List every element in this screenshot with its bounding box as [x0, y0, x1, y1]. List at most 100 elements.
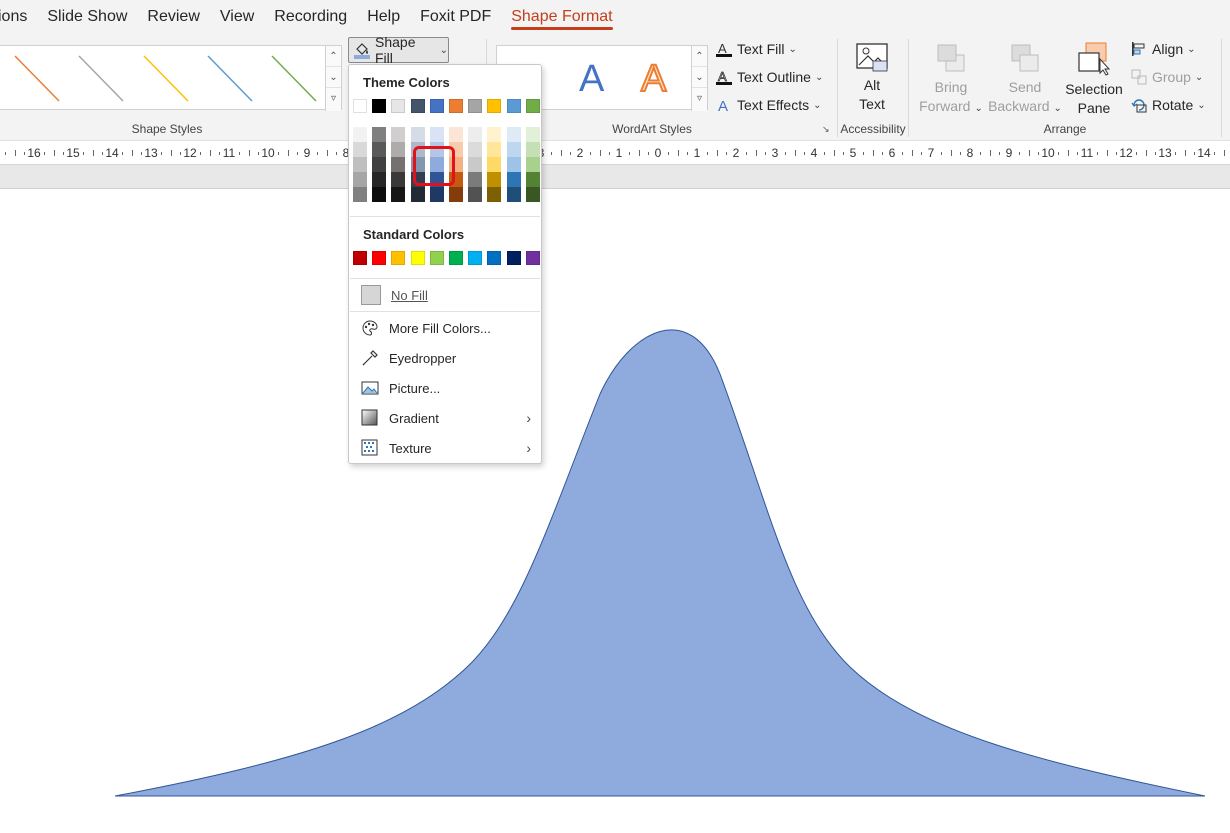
- theme-color-swatch[interactable]: [525, 99, 540, 113]
- theme-color-shade-swatch[interactable]: [353, 127, 367, 142]
- alt-text-button[interactable]: Alt Text: [846, 41, 898, 121]
- theme-color-shade-swatch[interactable]: [372, 187, 387, 202]
- theme-color-shade-swatch[interactable]: [372, 142, 387, 157]
- no-fill-item[interactable]: No Fill: [361, 284, 533, 306]
- shape-style-preset[interactable]: [143, 55, 189, 102]
- theme-color-shade-swatch[interactable]: [506, 187, 521, 202]
- dialog-launcher-icon[interactable]: ↘: [822, 124, 832, 134]
- theme-color-shade-swatch[interactable]: [468, 142, 483, 157]
- text-effects-button[interactable]: A Text Effects ⌄: [716, 97, 822, 115]
- shape-styles-gallery[interactable]: ⌃ ⌄ ▿: [0, 45, 342, 111]
- tab-slide-show[interactable]: Slide Show: [37, 0, 137, 33]
- tab-foxit-pdf[interactable]: Foxit PDF: [410, 0, 501, 33]
- tab-help[interactable]: Help: [357, 0, 410, 33]
- theme-color-shade-swatch[interactable]: [487, 127, 502, 142]
- standard-color-swatch[interactable]: [391, 251, 406, 265]
- theme-color-shade-swatch[interactable]: [468, 172, 483, 187]
- theme-color-shade-swatch[interactable]: [525, 172, 540, 187]
- theme-color-shade-swatch[interactable]: [468, 157, 483, 172]
- theme-color-shade-swatch[interactable]: [353, 172, 367, 187]
- theme-color-shade-swatch[interactable]: [487, 142, 502, 157]
- theme-color-shade-swatch[interactable]: [429, 127, 444, 142]
- theme-color-shade-swatch[interactable]: [372, 157, 387, 172]
- theme-color-shade-swatch[interactable]: [487, 172, 502, 187]
- standard-color-swatch[interactable]: [468, 251, 483, 265]
- theme-color-swatch[interactable]: [372, 99, 387, 113]
- theme-color-shade-swatch[interactable]: [391, 142, 406, 157]
- theme-color-swatch[interactable]: [487, 99, 502, 113]
- theme-color-shade-swatch[interactable]: [410, 127, 425, 142]
- text-outline-button[interactable]: A Text Outline ⌄: [716, 69, 823, 85]
- gallery-scroll[interactable]: ⌃ ⌄ ▿: [325, 46, 341, 111]
- shape-style-preset[interactable]: [78, 55, 124, 102]
- shape-style-preset[interactable]: [271, 55, 317, 102]
- tab-view[interactable]: View: [210, 0, 264, 33]
- theme-color-shade-swatch[interactable]: [525, 187, 540, 202]
- theme-color-shade-swatch[interactable]: [525, 142, 540, 157]
- theme-color-shade-swatch[interactable]: [449, 127, 463, 142]
- theme-color-shade-swatch[interactable]: [487, 187, 502, 202]
- theme-color-shade-swatch[interactable]: [372, 172, 387, 187]
- selection-pane-button[interactable]: Selection Pane: [1062, 41, 1126, 121]
- theme-color-shade-swatch[interactable]: [372, 127, 387, 142]
- standard-color-swatch[interactable]: [429, 251, 444, 265]
- theme-color-shade-swatch[interactable]: [506, 127, 521, 142]
- theme-color-shade-swatch[interactable]: [525, 127, 540, 142]
- bring-forward-button[interactable]: Bring Forward ⌄: [914, 41, 988, 121]
- tab-review[interactable]: Review: [137, 0, 209, 33]
- gradient-item[interactable]: Gradient ›: [361, 407, 533, 429]
- tab-recording[interactable]: Recording: [264, 0, 357, 33]
- theme-color-shade-swatch[interactable]: [391, 172, 406, 187]
- wordart-style-blue[interactable]: A: [579, 58, 604, 101]
- standard-color-swatch[interactable]: [449, 251, 463, 265]
- align-button[interactable]: Align ⌄: [1131, 41, 1196, 57]
- shape-style-preset[interactable]: [14, 55, 60, 102]
- theme-color-shade-swatch[interactable]: [468, 187, 483, 202]
- send-backward-button[interactable]: Send Backward ⌄: [988, 41, 1062, 121]
- theme-color-shade-swatch[interactable]: [506, 172, 521, 187]
- shape-fill-button[interactable]: Shape Fill ⌄: [348, 34, 449, 66]
- theme-color-shade-swatch[interactable]: [391, 187, 406, 202]
- standard-color-swatch[interactable]: [506, 251, 521, 265]
- gallery-more-icon[interactable]: ▿: [326, 88, 341, 109]
- theme-color-swatch[interactable]: [353, 99, 367, 113]
- theme-color-shade-swatch[interactable]: [468, 127, 483, 142]
- texture-item[interactable]: Texture ›: [361, 437, 533, 459]
- text-fill-button[interactable]: A Text Fill ⌄: [716, 41, 797, 57]
- theme-color-swatch[interactable]: [506, 99, 521, 113]
- gallery-down-icon[interactable]: ⌄: [326, 67, 341, 88]
- theme-color-shade-swatch[interactable]: [353, 187, 367, 202]
- more-fill-colors-item[interactable]: More Fill Colors...: [361, 317, 533, 339]
- bell-curve-shape[interactable]: [114, 329, 1206, 797]
- wordart-up-icon[interactable]: ⌃: [692, 46, 707, 67]
- theme-color-shade-swatch[interactable]: [506, 157, 521, 172]
- gallery-up-icon[interactable]: ⌃: [326, 46, 341, 67]
- standard-color-swatch[interactable]: [372, 251, 387, 265]
- wordart-down-icon[interactable]: ⌄: [692, 67, 707, 88]
- theme-color-swatch[interactable]: [410, 99, 425, 113]
- theme-color-shade-swatch[interactable]: [391, 157, 406, 172]
- wordart-more-icon[interactable]: ▿: [692, 88, 707, 109]
- theme-color-shade-swatch[interactable]: [353, 142, 367, 157]
- tab-shape-format[interactable]: Shape Format: [501, 0, 622, 33]
- standard-color-swatch[interactable]: [410, 251, 425, 265]
- group-button[interactable]: Group ⌄: [1131, 69, 1203, 85]
- theme-color-swatch[interactable]: [468, 99, 483, 113]
- shape-style-preset[interactable]: [207, 55, 253, 102]
- theme-color-shade-swatch[interactable]: [506, 142, 521, 157]
- wordart-style-orange[interactable]: A: [640, 57, 667, 101]
- wordart-scroll[interactable]: ⌃ ⌄ ▿: [691, 46, 707, 111]
- theme-color-shade-swatch[interactable]: [487, 157, 502, 172]
- standard-color-swatch[interactable]: [487, 251, 502, 265]
- theme-color-shade-swatch[interactable]: [391, 127, 406, 142]
- theme-color-shade-swatch[interactable]: [525, 157, 540, 172]
- theme-color-swatch[interactable]: [449, 99, 463, 113]
- theme-color-shade-swatch[interactable]: [353, 157, 367, 172]
- theme-color-shade-swatch[interactable]: [410, 187, 425, 202]
- theme-color-swatch[interactable]: [391, 99, 406, 113]
- theme-color-shade-swatch[interactable]: [449, 187, 463, 202]
- rotate-button[interactable]: Rotate ⌄: [1131, 97, 1206, 113]
- tab-ions[interactable]: ions: [0, 0, 37, 33]
- standard-color-swatch[interactable]: [525, 251, 540, 265]
- eyedropper-item[interactable]: Eyedropper: [361, 347, 533, 369]
